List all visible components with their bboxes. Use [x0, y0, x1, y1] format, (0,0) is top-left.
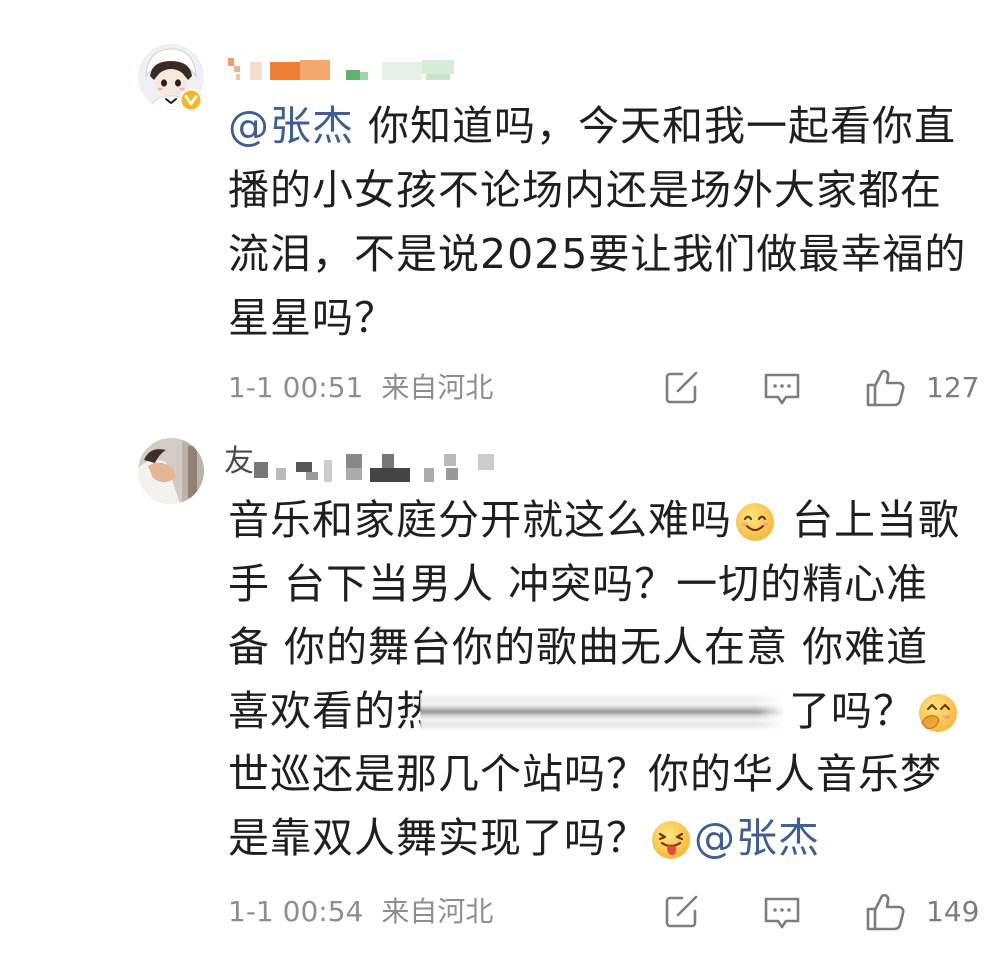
username-visible[interactable]: 友: [224, 444, 254, 480]
avatar-photo-icon: [138, 438, 204, 504]
comment-line: 播的小女孩不论场内还是场外大家都在: [228, 158, 966, 222]
text-segment: 流泪，不是说2025要让我们做最幸福的: [228, 230, 967, 278]
comment-meta: 1-1 00:54 来自河北 149: [0, 893, 1006, 931]
timestamp: 1-1 00:54: [228, 895, 364, 928]
like-button[interactable]: 127: [864, 366, 979, 410]
location: 来自河北: [381, 371, 494, 404]
comment-line: 备 你的舞台你的歌曲无人在意 你难道: [228, 616, 961, 680]
like-icon: [866, 893, 905, 931]
verified-badge-icon: [179, 88, 203, 112]
like-count: 127: [926, 371, 980, 404]
tongue-emoji-icon: [650, 819, 692, 861]
user-avatar[interactable]: [138, 438, 204, 504]
comment-text: @张杰 你知道吗，今天和我一起看你直 播的小女孩不论场内还是场外大家都在 流泪，…: [228, 94, 966, 350]
forward-icon: [665, 371, 698, 404]
comment-icon: [764, 897, 800, 929]
comment-line: 星星吗？: [228, 286, 966, 350]
text-segment: 是靠双人舞实现了吗？: [228, 813, 648, 862]
like-button[interactable]: 149: [864, 890, 979, 934]
text-segment: 喜欢看的热: [228, 686, 438, 735]
comment-info: 1-1 00:51 来自河北: [228, 370, 493, 406]
location: 来自河北: [381, 895, 494, 928]
mention-link[interactable]: @张杰: [694, 814, 820, 862]
text-segment: 了吗？: [789, 686, 915, 735]
giggle-emoji-icon: [917, 692, 959, 734]
text-segment: 备 你的舞台你的歌曲无人在意 你难道: [228, 623, 929, 671]
text-segment: 台上当歌: [778, 496, 961, 544]
smile-emoji-icon: [734, 501, 776, 543]
comment-line: 手 台下当男人 冲突吗？一切的精心准: [228, 553, 961, 617]
forward-icon: [665, 895, 698, 928]
forward-button[interactable]: [663, 370, 699, 406]
comment-line: 流泪，不是说2025要让我们做最幸福的: [228, 222, 966, 286]
comment-line: 是靠双人舞实现了吗？ @张杰: [228, 807, 961, 871]
text-segment: 星星吗？: [228, 294, 396, 342]
comment-text: 音乐和家庭分开就这么难吗 台上当歌 手 台下当男人 冲突吗？一切的精心准 备 你…: [228, 489, 961, 870]
comment-item: @张杰 你知道吗，今天和我一起看你直 播的小女孩不论场内还是场外大家都在 流泪，…: [0, 0, 1006, 430]
text-segment: 手 台下当男人 冲突吗？一切的精心准: [228, 559, 929, 608]
reply-button[interactable]: [762, 372, 802, 406]
text-segment: 你知道吗，今天和我一起看你直: [354, 102, 957, 150]
comment-line: 世巡还是那几个站吗？你的华人音乐梦: [228, 743, 961, 807]
like-count: 149: [926, 895, 980, 928]
username-redacted[interactable]: [254, 448, 499, 484]
comment-item: 友 音乐和家庭分开就这么难吗 台上当歌 手 台下当男人 冲突吗？一切的精心准 备…: [0, 430, 1006, 966]
redacted-text-bar: [420, 692, 785, 731]
comment-meta: 1-1 00:51 来自河北 127: [0, 369, 1006, 407]
like-icon: [866, 369, 905, 407]
comment-line: 音乐和家庭分开就这么难吗 台上当歌: [228, 489, 961, 553]
forward-button[interactable]: [663, 894, 699, 930]
username-redacted[interactable]: [226, 50, 466, 86]
text-segment: 播的小女孩不论场内还是场外大家都在: [228, 166, 942, 214]
comment-line: 喜欢看的热 了吗？: [228, 680, 961, 744]
comment-line: @张杰 你知道吗，今天和我一起看你直: [228, 94, 966, 158]
mention-link[interactable]: @张杰: [228, 102, 354, 150]
comment-info: 1-1 00:54 来自河北: [228, 894, 493, 930]
reply-button[interactable]: [762, 896, 802, 930]
comment-icon: [764, 373, 800, 405]
text-segment: 音乐和家庭分开就这么难吗: [228, 496, 732, 544]
text-segment: 世巡还是那几个站吗？你的华人音乐梦: [228, 750, 942, 798]
timestamp: 1-1 00:51: [228, 371, 364, 404]
